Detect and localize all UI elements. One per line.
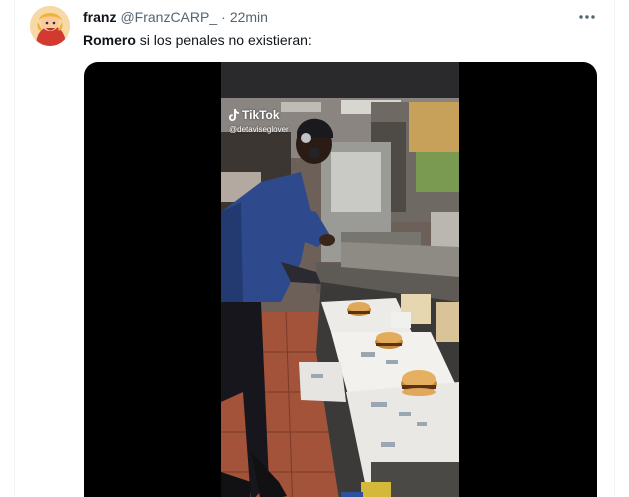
tiktok-logo-icon — [229, 109, 239, 121]
timeline-border-left — [14, 0, 15, 497]
tiktok-username: @detaviseglover — [229, 125, 289, 134]
tweet-text-rest: si los penales no existieran: — [135, 32, 312, 48]
avatar-image — [30, 6, 70, 46]
tweet-page: franz @FranzCARP_ · 22min Romero si los … — [0, 0, 629, 497]
video-player[interactable]: TikTok @detaviseglover — [221, 62, 459, 497]
tweet-text: Romero si los penales no existieran: — [83, 31, 312, 49]
tiktok-brand: TikTok — [242, 108, 280, 122]
tiktok-watermark: TikTok — [229, 108, 280, 122]
tweet-media[interactable]: TikTok @detaviseglover — [84, 62, 597, 497]
timeline-border-right — [614, 0, 615, 497]
tweet-header: franz @FranzCARP_ · 22min — [83, 8, 268, 26]
header-separator: · — [221, 9, 226, 25]
timestamp[interactable]: 22min — [230, 8, 268, 26]
more-horizontal-icon — [579, 15, 595, 19]
more-options-button[interactable] — [576, 8, 598, 26]
user-handle[interactable]: @FranzCARP_ — [120, 8, 217, 26]
avatar[interactable] — [30, 6, 70, 46]
tweet-text-bold: Romero — [83, 32, 136, 48]
display-name[interactable]: franz — [83, 8, 116, 26]
